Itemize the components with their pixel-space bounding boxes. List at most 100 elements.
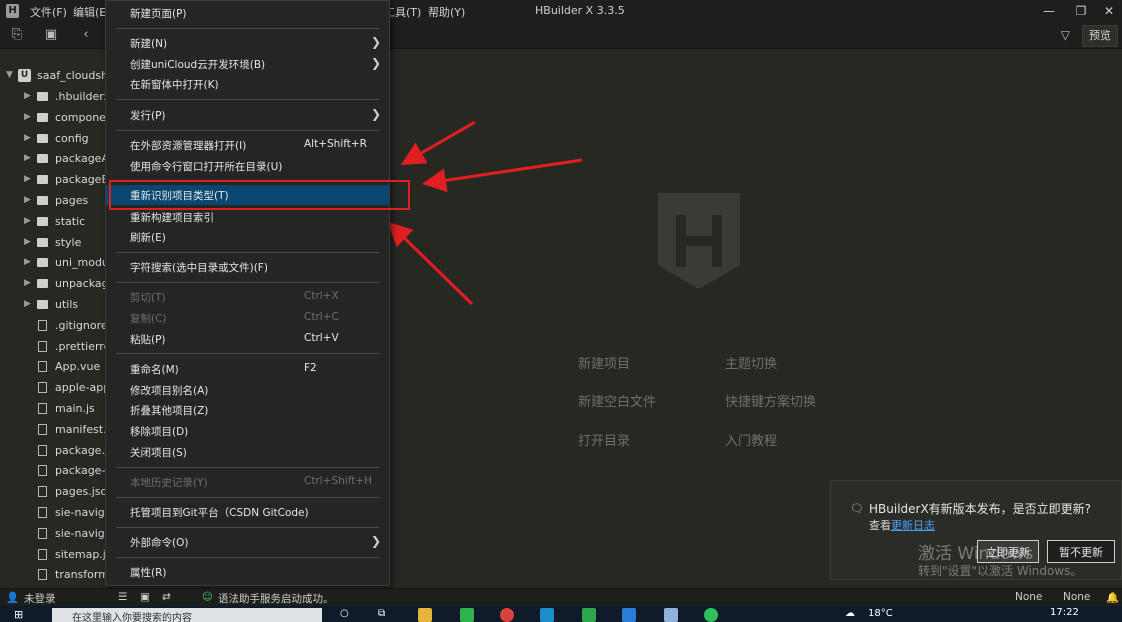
tree-file-item[interactable]: main.js (0, 398, 110, 419)
context-menu-item[interactable]: 新建(N) ❯ (106, 33, 389, 53)
maximize-icon[interactable]: ❐ (1072, 2, 1090, 20)
chevron-right-icon[interactable]: ▶ (24, 294, 31, 315)
chevron-right-icon[interactable]: ▶ (24, 107, 31, 128)
changelog-link[interactable]: 更新日志 (891, 519, 935, 532)
weather-icon[interactable]: ☁ (845, 608, 855, 619)
tree-file-item[interactable]: sie-navigation (0, 502, 110, 523)
login-status[interactable]: 未登录 (24, 591, 56, 606)
new-project-link[interactable]: 新建项目 (578, 353, 630, 372)
outline-icon[interactable]: ☰ (118, 591, 127, 603)
theme-switch-link[interactable]: 主题切换 (725, 353, 777, 372)
sync-icon[interactable]: ⇄ (162, 591, 171, 603)
new-file-icon[interactable]: ⎘ (9, 27, 25, 43)
tree-folder-item[interactable]: ▶ static (0, 211, 110, 232)
wechat-icon[interactable] (704, 608, 718, 622)
context-menu-item[interactable]: 刷新(E) (106, 227, 389, 247)
tree-file-item[interactable]: package-lock.json (0, 460, 110, 481)
chevron-right-icon[interactable]: ▶ (24, 232, 31, 253)
context-menu-item[interactable]: 重命名(M) F2 (106, 359, 389, 379)
encoding-status[interactable]: None (1015, 591, 1042, 603)
tree-file-item[interactable]: App.vue (0, 356, 110, 377)
tree-folder-item[interactable]: ▶ pages (0, 190, 110, 211)
keymap-switch-link[interactable]: 快捷键方案切换 (725, 391, 816, 410)
weather-temperature[interactable]: 18°C (868, 608, 893, 619)
cortana-icon[interactable]: ○ (340, 608, 354, 622)
tree-folder-item[interactable]: ▶ config (0, 128, 110, 149)
context-menu-item[interactable]: 移除项目(D) (106, 421, 389, 441)
context-menu-item[interactable]: 新建页面(P) (106, 3, 389, 23)
context-menu-item[interactable]: 创建uniCloud云开发环境(B) ❯ (106, 54, 389, 74)
context-menu-item[interactable]: 托管项目到Git平台（CSDN GitCode) (106, 502, 389, 522)
chevron-right-icon[interactable]: ▶ (24, 128, 31, 149)
new-blank-file-link[interactable]: 新建空白文件 (578, 391, 656, 410)
tree-file-item[interactable]: .prettierrc (0, 336, 110, 357)
tree-file-item[interactable]: .gitignore (0, 315, 110, 336)
webstorm-icon[interactable] (540, 608, 554, 622)
tree-folder-item[interactable]: ▶ packageB (0, 169, 110, 190)
tree-folder-item[interactable]: ▶ components (0, 107, 110, 128)
task-view-icon[interactable]: ⧉ (378, 608, 392, 622)
back-icon[interactable]: ‹ (78, 27, 94, 43)
context-menu-item[interactable]: 在新窗体中打开(K) (106, 74, 389, 94)
chevron-right-icon[interactable]: ▶ (24, 273, 31, 294)
context-menu-item[interactable]: 字符搜索(选中目录或文件)(F) (106, 257, 389, 277)
tree-file-item[interactable]: manifest.json (0, 419, 110, 440)
user-icon[interactable]: 👤 (6, 591, 19, 604)
chevron-right-icon[interactable]: ▶ (24, 190, 31, 211)
context-menu-item[interactable]: 折叠其他项目(Z) (106, 400, 389, 420)
context-menu-item[interactable]: 外部命令(O) ❯ (106, 532, 389, 552)
tree-folder-item[interactable]: ▶ .hbuilderx (0, 86, 110, 107)
tree-file-item[interactable]: transform_ (0, 564, 110, 585)
tree-folder-item[interactable]: ▶ unpackage (0, 273, 110, 294)
tree-file-item[interactable]: apple-app-site-association (0, 377, 110, 398)
context-menu-item[interactable]: 关闭项目(S) (106, 442, 389, 462)
close-icon[interactable]: ✕ (1100, 2, 1118, 20)
menu-file[interactable]: 文件(F) (30, 4, 67, 20)
filter-icon[interactable]: ▽ (1061, 28, 1070, 42)
chrome-icon[interactable] (500, 608, 514, 622)
context-menu-item[interactable]: 在外部资源管理器打开(I) Alt+Shift+R (106, 135, 389, 155)
minimize-icon[interactable]: — (1040, 2, 1058, 20)
tree-file-item[interactable]: sie-navigation (0, 523, 110, 544)
vscode-icon[interactable] (622, 608, 636, 622)
menu-item-label: 刷新(E) (130, 232, 166, 244)
tree-folder-item[interactable]: ▶ style (0, 232, 110, 253)
context-menu-item[interactable]: 属性(R) (106, 562, 389, 582)
tree-file-item[interactable]: sitemap.json (0, 544, 110, 565)
taskbar-clock[interactable]: 17:22 (1050, 607, 1079, 618)
file-explorer-icon[interactable] (418, 608, 432, 622)
taskbar-search-box[interactable]: 在这里输入你要搜索的内容 (52, 608, 322, 622)
update-later-button[interactable]: 暂不更新 (1047, 540, 1115, 563)
context-menu-item[interactable]: 粘贴(P) Ctrl+V (106, 329, 389, 349)
app-icon[interactable] (664, 608, 678, 622)
chevron-right-icon[interactable]: ▶ (24, 148, 31, 169)
chevron-right-icon[interactable]: ▶ (24, 252, 31, 273)
open-directory-link[interactable]: 打开目录 (578, 430, 630, 449)
menu-help[interactable]: 帮助(Y) (428, 4, 465, 20)
terminal-icon[interactable]: ▣ (140, 591, 150, 603)
tree-folder-item[interactable]: ▶ utils (0, 294, 110, 315)
windows-start-icon[interactable]: ⊞ (14, 608, 28, 622)
language-status[interactable]: None (1063, 591, 1090, 603)
tree-folder-item[interactable]: ▶ packageA (0, 148, 110, 169)
context-menu-item[interactable]: 使用命令行窗口打开所在目录(U) (106, 156, 389, 176)
project-root[interactable]: ▼ U saaf_cloudshop (0, 65, 110, 86)
tree-file-item[interactable]: pages.json (0, 481, 110, 502)
save-icon[interactable]: ▣ (43, 27, 59, 43)
menu-separator (116, 353, 379, 354)
context-menu-item[interactable]: 发行(P) ❯ (106, 105, 389, 125)
chevron-right-icon[interactable]: ▶ (24, 86, 31, 107)
hbuilderx-taskbar-icon[interactable] (582, 608, 596, 622)
chevron-right-icon[interactable]: ▶ (24, 211, 31, 232)
getting-started-link[interactable]: 入门教程 (725, 430, 777, 449)
context-menu-item[interactable]: 修改项目别名(A) (106, 380, 389, 400)
context-menu-item: 剪切(T) Ctrl+X (106, 287, 389, 307)
chevron-right-icon[interactable]: ▶ (24, 169, 31, 190)
context-menu-item[interactable]: 重新构建项目索引 (106, 207, 389, 227)
tree-file-item[interactable]: package.json (0, 440, 110, 461)
app-icon[interactable] (460, 608, 474, 622)
preview-button[interactable]: 预览 (1082, 25, 1118, 47)
chevron-down-icon[interactable]: ▼ (6, 65, 13, 86)
tree-folder-item[interactable]: ▶ uni_modules (0, 252, 110, 273)
notification-bell-icon[interactable]: 🔔 (1106, 591, 1119, 604)
